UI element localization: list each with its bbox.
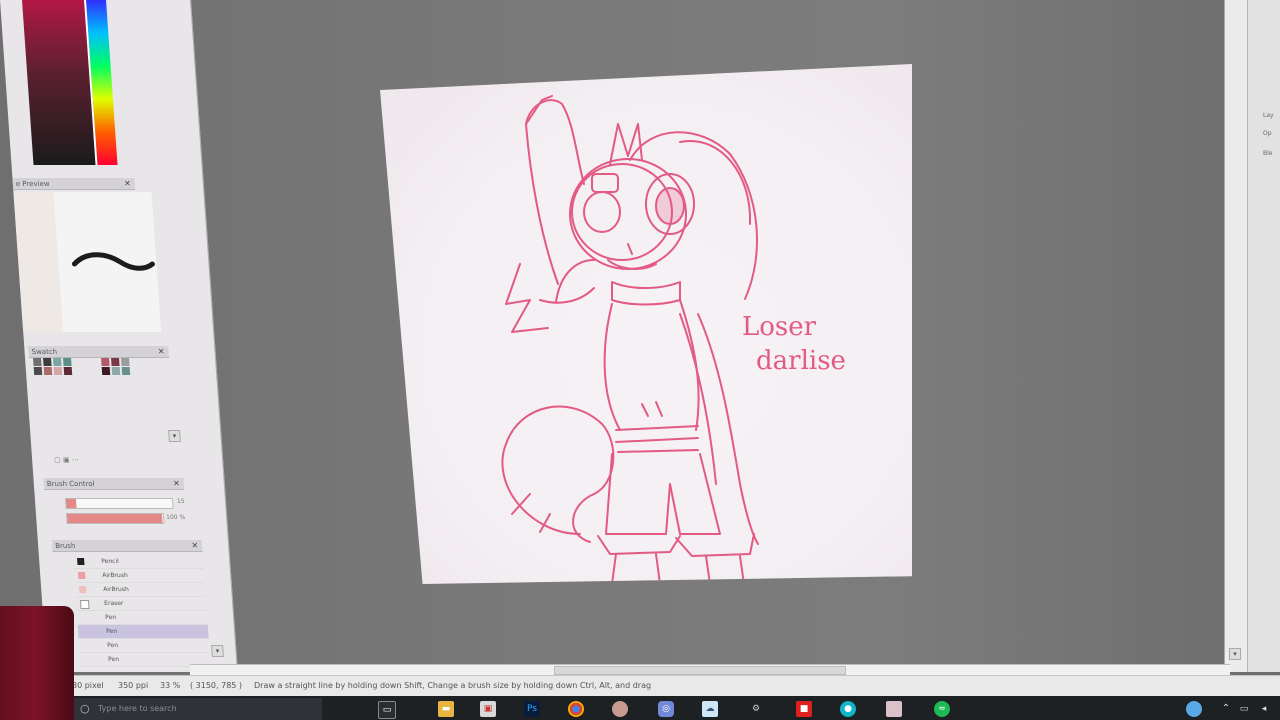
swatch-title-text: Swatch xyxy=(31,348,58,356)
status-pixels: 80 pixel xyxy=(72,681,104,690)
status-bar: 80 pixel 350 ppi 33 % ( 3150, 785 ) Draw… xyxy=(0,675,1280,696)
status-hint: Draw a straight line by holding down Shi… xyxy=(254,681,652,690)
swatch-panel-title: Swatch ✕ xyxy=(28,346,170,358)
left-tool-panel: e Preview ✕ Swatch ✕ ▾ ▢ ▣ ⋯ Brush Contr… xyxy=(0,0,238,672)
brush-stroke-preview xyxy=(71,252,155,271)
preview-title-text: e Preview xyxy=(15,180,50,188)
brush-preview xyxy=(53,192,162,332)
app-icon[interactable] xyxy=(612,701,628,717)
brush-label: Pen xyxy=(104,614,117,621)
brush-label: AirBrush xyxy=(101,572,129,579)
file-explorer-icon[interactable]: ▬ xyxy=(438,701,454,717)
brush-item-airbrush-2[interactable]: AirBrush xyxy=(74,583,206,597)
swatch-color[interactable] xyxy=(53,358,62,366)
brush-color-swatch xyxy=(77,558,85,565)
mug-foreground-object xyxy=(0,606,74,720)
canvas-text-line-1: Loser xyxy=(742,312,817,342)
swatch-color[interactable] xyxy=(63,367,73,375)
brush-opacity-fill xyxy=(66,514,163,523)
close-icon[interactable]: ✕ xyxy=(124,178,132,190)
brush-color-swatch xyxy=(77,572,86,579)
brush-item-pencil[interactable]: Pencil xyxy=(72,555,204,569)
horizontal-scrollbar[interactable] xyxy=(190,664,1230,675)
network-icon[interactable]: ▭ xyxy=(1236,701,1252,717)
layer-label: Lay xyxy=(1263,112,1274,119)
taskbar-search-input[interactable]: ○ Type here to search xyxy=(72,698,322,720)
scroll-down-icon[interactable]: ▾ xyxy=(1229,648,1241,660)
brush-item-pen-selected[interactable]: Pen xyxy=(77,625,209,639)
avatar-icon[interactable] xyxy=(886,701,902,717)
brush-size-fill xyxy=(65,499,77,508)
swatch-color[interactable] xyxy=(111,367,121,375)
swatch-color[interactable] xyxy=(43,367,53,375)
brush-item-pen[interactable]: Pen xyxy=(76,611,208,625)
sketch-drawing xyxy=(501,95,759,584)
brush-size-value: 15 xyxy=(176,498,185,505)
brush-item-airbrush[interactable]: AirBrush xyxy=(73,569,205,583)
canvas-text-line-2: darlise xyxy=(756,346,846,376)
brush-color-swatch xyxy=(79,600,90,609)
close-icon[interactable]: ✕ xyxy=(157,346,165,358)
brush-color-swatch xyxy=(78,586,87,593)
people-icon[interactable] xyxy=(1186,701,1202,717)
brush-list[interactable]: Pencil AirBrush AirBrush Eraser Pen Pen … xyxy=(72,555,211,667)
brush-panel-title: Brush ✕ xyxy=(51,540,203,552)
swatch-color[interactable] xyxy=(121,358,130,366)
brush-item-pen-2[interactable]: Pen xyxy=(78,639,210,653)
chevron-up-icon[interactable]: ⌃ xyxy=(1218,701,1234,717)
task-view-icon[interactable]: ▭ xyxy=(378,701,396,719)
chrome-icon[interactable] xyxy=(568,701,584,717)
scroll-down-icon[interactable]: ▾ xyxy=(168,430,181,442)
brush-label: Pen xyxy=(106,642,119,649)
swatch-color[interactable] xyxy=(101,367,111,375)
search-icon: ○ xyxy=(80,702,90,715)
status-dpi: 350 ppi xyxy=(118,681,149,690)
brush-label: Pencil xyxy=(101,558,120,565)
preview-panel-title: e Preview ✕ xyxy=(12,178,136,190)
browser-icon[interactable]: ● xyxy=(840,701,856,717)
close-icon[interactable]: ✕ xyxy=(173,478,181,490)
layer-panel xyxy=(1247,0,1280,672)
right-tool-panel: Lay Op Ble ▾ xyxy=(1224,0,1280,672)
horizontal-scroll-thumb[interactable] xyxy=(554,666,846,675)
swatch-color[interactable] xyxy=(33,367,43,375)
brush-label: Eraser xyxy=(103,600,124,607)
monitor-screen: e Preview ✕ Swatch ✕ ▾ ▢ ▣ ⋯ Brush Contr… xyxy=(0,0,1280,720)
opacity-label: Op xyxy=(1263,130,1272,137)
store-icon[interactable]: ▣ xyxy=(480,701,496,717)
brush-control-panel-title: Brush Control ✕ xyxy=(43,478,185,490)
discord-icon[interactable]: ◎ xyxy=(658,701,674,717)
drawing-canvas[interactable]: Loser darlise xyxy=(380,64,912,584)
volume-icon[interactable]: ◂ xyxy=(1256,701,1272,717)
blend-label: Ble xyxy=(1263,150,1273,157)
roblox-icon[interactable]: ■ xyxy=(796,701,812,717)
brush-control-title-text: Brush Control xyxy=(46,480,95,488)
weather-icon[interactable]: ☁ xyxy=(702,701,718,717)
swatch-color[interactable] xyxy=(121,367,131,375)
brush-label: AirBrush xyxy=(102,586,130,593)
swatch-color[interactable] xyxy=(43,358,52,366)
brush-size-slider[interactable] xyxy=(64,498,174,509)
swatch-grid[interactable] xyxy=(33,358,155,382)
status-coords: ( 3150, 785 ) xyxy=(190,681,243,690)
windows-taskbar: ○ Type here to search ▭ ▬ ▣ Ps ◎ ☁ ⚙ ■ ●… xyxy=(0,696,1280,720)
swatch-color[interactable] xyxy=(53,367,63,375)
steam-icon[interactable]: ⚙ xyxy=(748,701,764,717)
brush-opacity-value: 100 % xyxy=(165,514,186,521)
brush-label: Pen xyxy=(107,656,120,663)
swatch-color[interactable] xyxy=(63,358,72,366)
swatch-color[interactable] xyxy=(33,358,42,366)
search-placeholder: Type here to search xyxy=(98,704,177,713)
status-zoom: 33 % xyxy=(160,681,181,690)
swatch-color[interactable] xyxy=(111,358,120,366)
photoshop-icon[interactable]: Ps xyxy=(524,701,540,717)
close-icon[interactable]: ✕ xyxy=(191,540,199,552)
swatch-color[interactable] xyxy=(101,358,110,366)
scroll-down-icon[interactable]: ▾ xyxy=(211,645,224,657)
brush-title-text: Brush xyxy=(54,542,76,550)
brush-item-eraser[interactable]: Eraser xyxy=(75,597,207,611)
swatch-tools[interactable]: ▢ ▣ ⋯ xyxy=(54,456,79,464)
spotify-icon[interactable]: ≈ xyxy=(934,701,950,717)
brush-label: Pen xyxy=(105,628,118,635)
